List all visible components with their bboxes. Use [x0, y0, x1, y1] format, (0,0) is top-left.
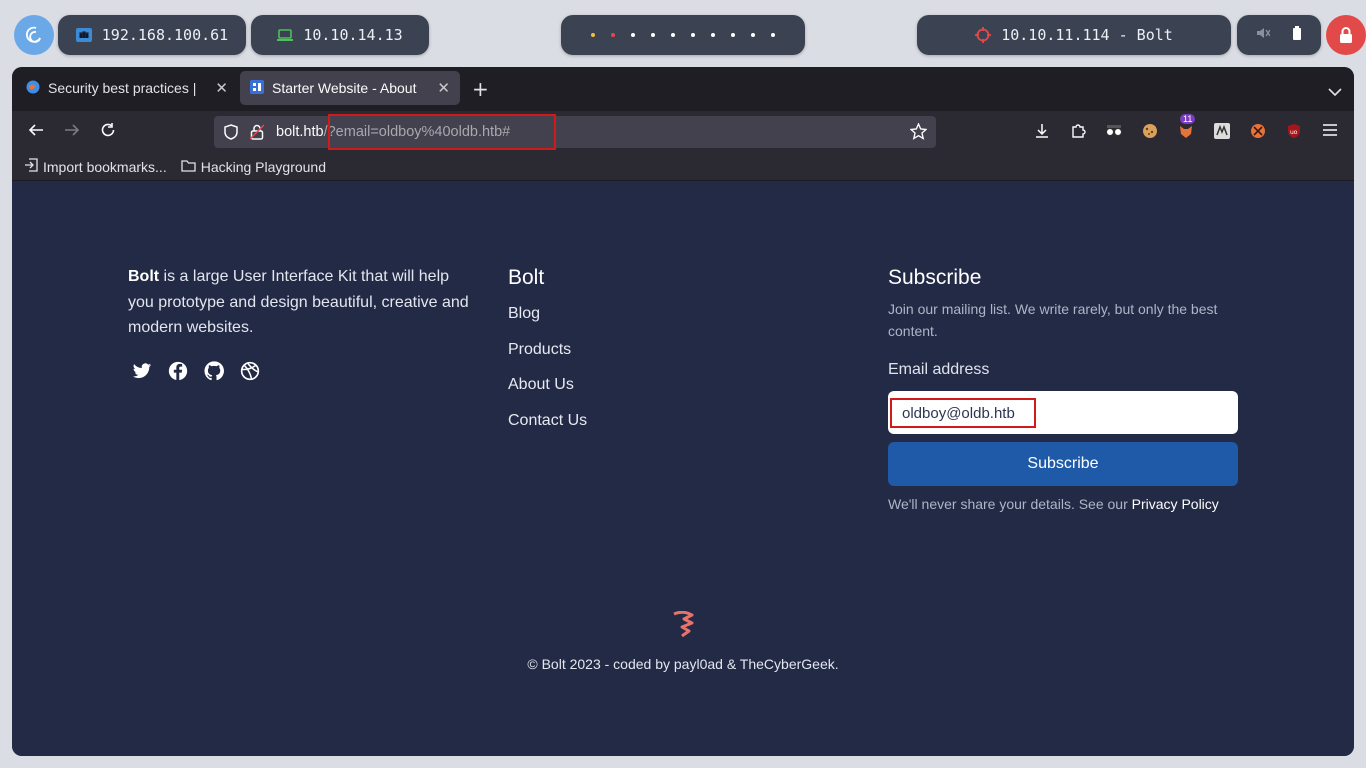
- tab-security-best-practices[interactable]: Security best practices | ✕: [16, 71, 238, 105]
- workspace-dot-3[interactable]: [631, 33, 635, 37]
- workspace-dot-10[interactable]: [771, 33, 775, 37]
- bolt-logo-icon: [671, 610, 695, 641]
- email-label: Email address: [888, 361, 990, 378]
- import-icon: [24, 158, 38, 175]
- footer-link-blog[interactable]: Blog: [508, 305, 587, 326]
- about-text: Bolt is a large User Interface Kit that …: [128, 264, 478, 341]
- browser-window: Security best practices | ✕ Starter Webs…: [12, 67, 1354, 756]
- reload-icon[interactable]: [100, 122, 116, 138]
- workspace-dot-1[interactable]: [591, 33, 595, 37]
- workspace-dot-4[interactable]: [651, 33, 655, 37]
- footer-links: Blog Products About Us Contact Us: [508, 305, 587, 432]
- ext-ublock-origin-icon[interactable]: uo: [1286, 123, 1302, 139]
- subscribe-description: Join our mailing list. We write rarely, …: [888, 301, 1218, 339]
- workspace-dot-5[interactable]: [671, 33, 675, 37]
- target-crosshair-icon: [975, 27, 992, 43]
- target-indicator[interactable]: 10.10.11.114 - Bolt: [917, 15, 1231, 55]
- host-ip-text: 192.168.100.61: [101, 26, 229, 44]
- url-host: bolt.htb: [276, 124, 324, 140]
- github-icon[interactable]: [204, 361, 224, 381]
- close-tab-icon[interactable]: ✕: [215, 79, 228, 97]
- copyright-text: © Bolt 2023 - coded by payl0ad & TheCybe…: [527, 656, 839, 672]
- vpn-ip-text: 10.10.14.13: [303, 26, 403, 44]
- workspace-dot-7[interactable]: [711, 33, 715, 37]
- privacy-prefix: We'll never share your details. See our: [888, 496, 1132, 512]
- bookmark-label: Import bookmarks...: [43, 158, 167, 175]
- lock-screen-button[interactable]: [1326, 15, 1366, 55]
- footer-link-products[interactable]: Products: [508, 341, 587, 362]
- bookmark-import[interactable]: Import bookmarks...: [24, 158, 167, 175]
- ext-spy-glasses-icon[interactable]: [1105, 123, 1123, 139]
- new-tab-button[interactable]: +: [472, 77, 489, 101]
- extensions-puzzle-icon[interactable]: [1070, 123, 1086, 139]
- site-favicon-icon: [250, 79, 264, 97]
- privacy-policy-link[interactable]: Privacy Policy: [1132, 496, 1219, 512]
- subscribe-button[interactable]: Subscribe: [888, 442, 1238, 486]
- privacy-note: We'll never share your details. See our …: [888, 496, 1219, 512]
- bookmark-star-icon[interactable]: [909, 122, 928, 144]
- footer-link-contact-us[interactable]: Contact Us: [508, 412, 587, 433]
- url-bar[interactable]: bolt.htb/?email=oldboy%40oldb.htb#: [214, 114, 936, 150]
- about-description: is a large User Interface Kit that will …: [128, 268, 469, 336]
- subscribe-title: Subscribe: [888, 266, 982, 289]
- page-footer: Bolt is a large User Interface Kit that …: [12, 181, 1354, 756]
- bookmark-label: Hacking Playground: [200, 158, 326, 175]
- forward-arrow-icon[interactable]: [64, 122, 80, 138]
- downloads-icon[interactable]: [1034, 123, 1050, 139]
- links-column-title: Bolt: [508, 266, 545, 289]
- volume-muted-icon[interactable]: [1256, 26, 1271, 44]
- system-top-bar: 192.168.100.61 10.10.14.13 10.10.11.114 …: [0, 0, 1366, 68]
- bookmarks-toolbar: Import bookmarks... Hacking Playground: [12, 153, 1354, 181]
- facebook-icon[interactable]: [168, 361, 188, 381]
- ext-cookie-icon[interactable]: [1142, 123, 1158, 139]
- workspace-switcher[interactable]: [561, 15, 805, 55]
- social-links: [132, 361, 260, 381]
- debian-swirl-icon: [25, 26, 41, 43]
- laptop-icon: [277, 29, 294, 41]
- workspace-dot-2[interactable]: [611, 33, 615, 37]
- target-text: 10.10.11.114 - Bolt: [1001, 26, 1173, 44]
- extension-badge-count: 11: [1180, 114, 1196, 124]
- svg-text:uo: uo: [1290, 129, 1298, 136]
- back-arrow-icon[interactable]: [28, 122, 44, 138]
- host-ip-indicator[interactable]: 192.168.100.61: [58, 15, 246, 55]
- app-launcher-button[interactable]: [14, 15, 54, 55]
- bookmark-folder-hacking-playground[interactable]: Hacking Playground: [181, 159, 326, 175]
- lock-icon: [1340, 27, 1352, 43]
- tab-strip: Security best practices | ✕ Starter Webs…: [12, 67, 1354, 111]
- tab-title: Starter Website - About: [272, 80, 417, 96]
- globe-icon: [26, 80, 40, 97]
- dribbble-icon[interactable]: [240, 361, 260, 381]
- insecure-lock-icon[interactable]: [249, 124, 265, 144]
- hamburger-menu-icon[interactable]: [1322, 123, 1338, 137]
- navigation-toolbar: bolt.htb/?email=oldboy%40oldb.htb# 11 uo: [12, 111, 1354, 153]
- battery-icon[interactable]: [1292, 26, 1302, 44]
- ext-hacktools-icon[interactable]: [1250, 123, 1266, 139]
- ext-foxyproxy-icon[interactable]: [1178, 123, 1194, 139]
- tab-starter-website-about[interactable]: Starter Website - About ✕: [240, 71, 460, 105]
- ext-wappalyzer-icon[interactable]: [1214, 123, 1230, 139]
- shield-icon[interactable]: [224, 124, 238, 144]
- tab-title: Security best practices |: [48, 80, 197, 96]
- workspace-dot-6[interactable]: [691, 33, 695, 37]
- list-all-tabs-chevron-icon[interactable]: [1328, 81, 1342, 100]
- network-icon: [75, 28, 92, 42]
- vpn-ip-indicator[interactable]: 10.10.14.13: [251, 15, 429, 55]
- workspace-dot-9[interactable]: [751, 33, 755, 37]
- close-tab-icon[interactable]: ✕: [437, 79, 450, 97]
- footer-link-about-us[interactable]: About Us: [508, 376, 587, 397]
- url-query-highlight-box: [328, 114, 556, 150]
- email-input-value-highlight[interactable]: oldboy@oldb.htb: [890, 398, 1036, 428]
- workspace-dot-8[interactable]: [731, 33, 735, 37]
- tray-indicators: [1237, 15, 1321, 55]
- folder-icon: [181, 159, 196, 175]
- twitter-icon[interactable]: [132, 361, 152, 381]
- about-brand: Bolt: [128, 268, 160, 285]
